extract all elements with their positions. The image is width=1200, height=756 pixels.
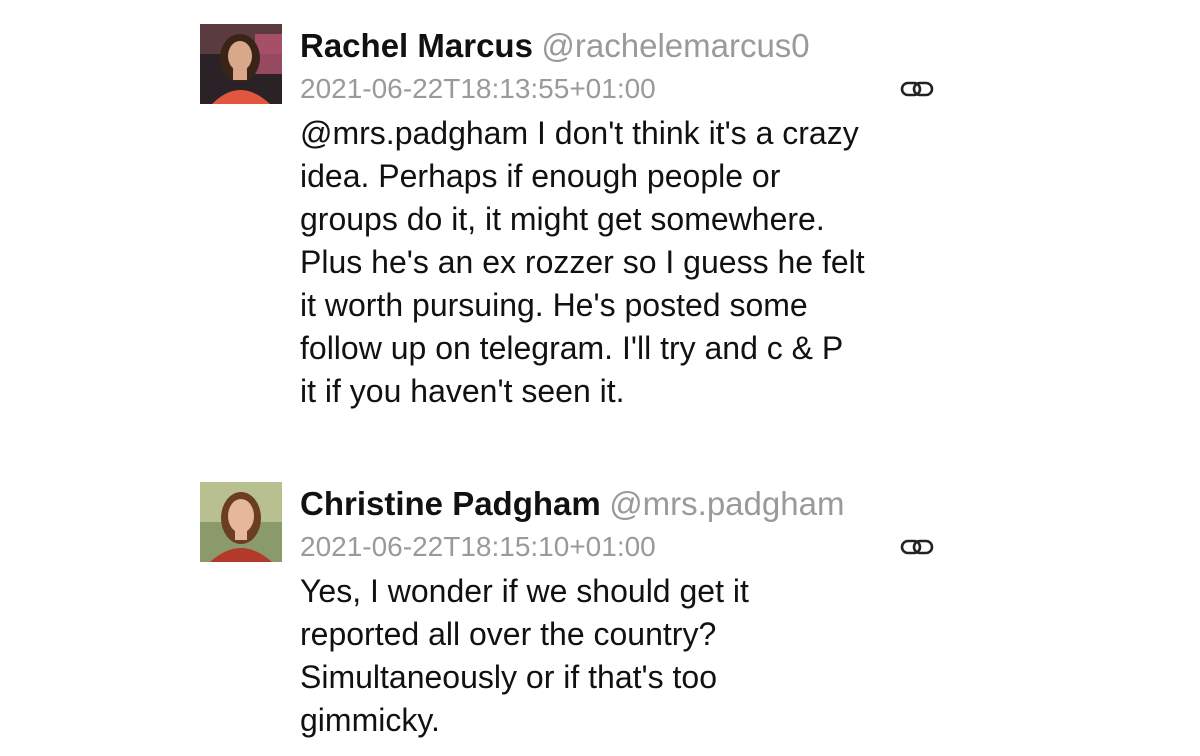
avatar[interactable] [200, 24, 282, 104]
display-name[interactable]: Rachel Marcus [300, 27, 533, 64]
avatar-photo-icon [200, 24, 282, 104]
post-text: @mrs.padgham I don't think it's a crazy … [300, 115, 865, 409]
user-handle[interactable]: @rachelemarcus0 [541, 27, 809, 64]
conversation-feed: Rachel Marcus @rachelemarcus0 2021-06-22… [0, 0, 1200, 756]
user-handle[interactable]: @mrs.padgham [609, 485, 844, 522]
avatar[interactable] [200, 482, 282, 562]
avatar-photo-icon [200, 482, 282, 562]
post-timestamp[interactable]: 2021-06-22T18:13:55+01:00 [300, 68, 940, 110]
chain-link-icon[interactable] [900, 78, 936, 100]
post-header: Christine Padgham @mrs.padgham [300, 482, 940, 526]
post-body: Christine Padgham @mrs.padgham 2021-06-2… [300, 482, 940, 742]
post-timestamp[interactable]: 2021-06-22T18:15:10+01:00 [300, 526, 940, 568]
post-body: Rachel Marcus @rachelemarcus0 2021-06-22… [300, 24, 940, 413]
display-name[interactable]: Christine Padgham [300, 485, 601, 522]
post-text: Yes, I wonder if we should get it report… [300, 573, 749, 738]
chain-link-icon[interactable] [900, 536, 936, 558]
post-header: Rachel Marcus @rachelemarcus0 [300, 24, 940, 68]
